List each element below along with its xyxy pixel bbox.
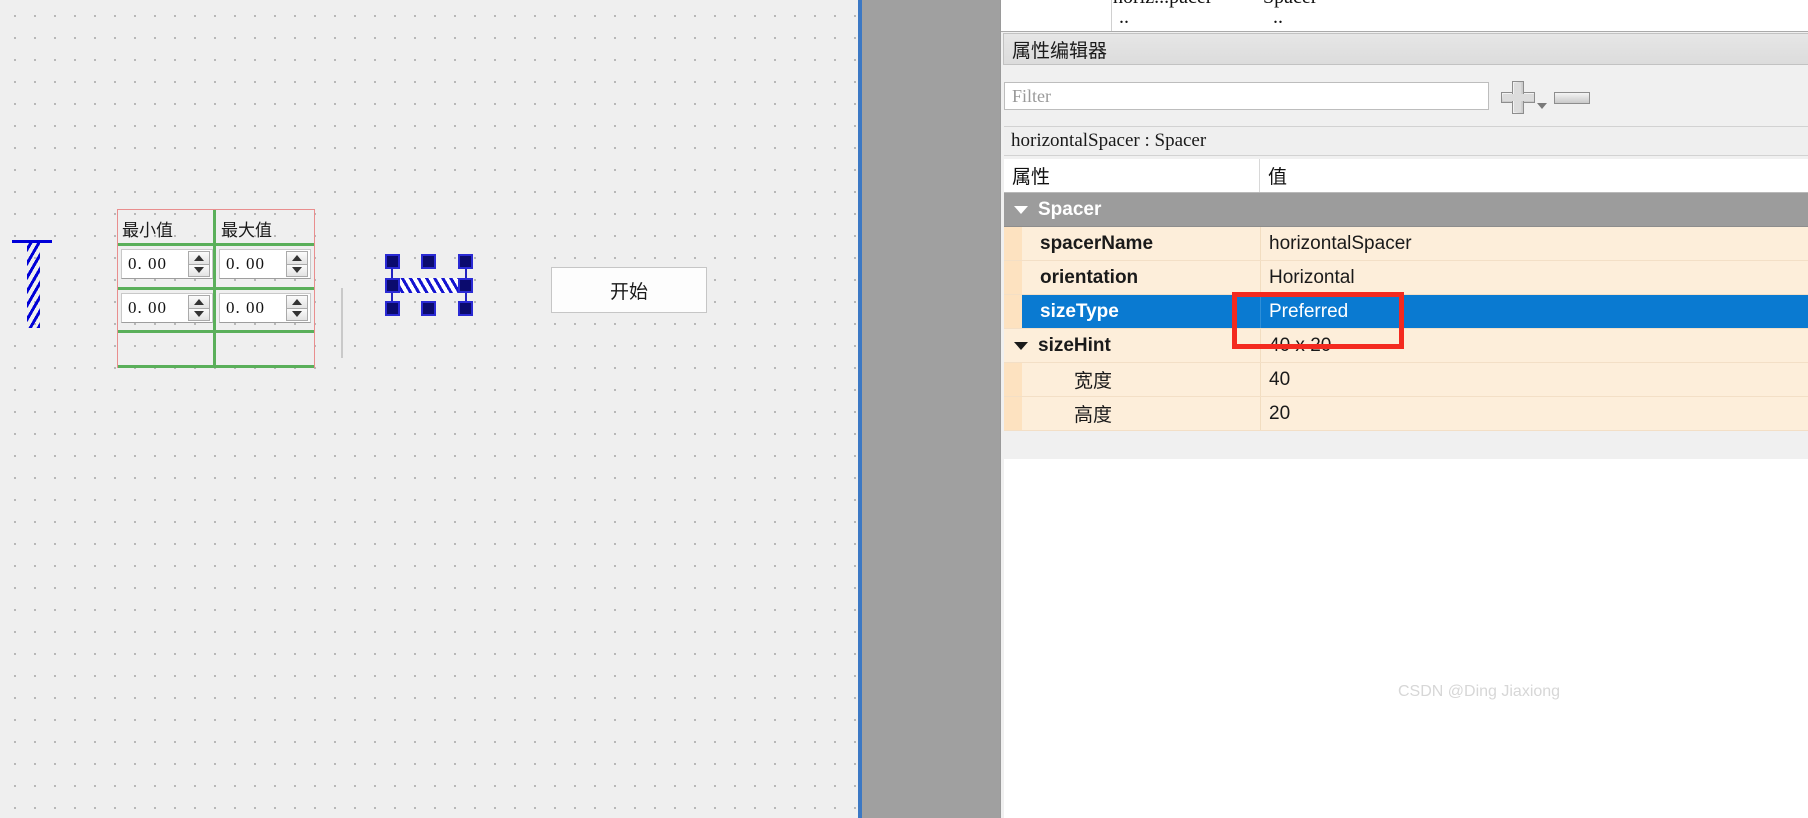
property-value[interactable]: horizontalSpacer — [1260, 227, 1808, 260]
property-name: orientation — [1022, 261, 1260, 294]
vertical-spacer-icon[interactable] — [12, 240, 52, 328]
resize-handle-middle-left[interactable] — [385, 278, 400, 293]
row-indent — [1004, 227, 1022, 260]
arrow-up-icon — [194, 254, 204, 261]
selected-object-header: horizontalSpacer : Spacer — [1004, 126, 1808, 156]
horizontal-spacer-selected[interactable] — [385, 254, 473, 316]
column-header-value: 值 — [1268, 167, 1288, 188]
object-inspector-row-class-clipped: .. — [1273, 6, 1283, 28]
table-row[interactable]: orientation Horizontal — [1004, 261, 1808, 295]
chevron-down-icon — [1014, 341, 1028, 350]
spinbox-up-button[interactable] — [286, 295, 308, 308]
property-value[interactable]: 40 — [1260, 363, 1808, 396]
spinbox-down-button[interactable] — [286, 307, 308, 321]
row-indent — [1004, 261, 1022, 294]
resize-handle-top-right[interactable] — [458, 254, 473, 269]
spinbox-up-button[interactable] — [188, 295, 210, 308]
spinbox-down-button[interactable] — [286, 263, 308, 277]
horizontal-spacer-hatch-icon — [393, 278, 465, 293]
table-row[interactable]: 宽度 40 — [1004, 363, 1808, 397]
resize-handle-middle-right[interactable] — [458, 278, 473, 293]
resize-handle-top-center[interactable] — [421, 254, 436, 269]
spinbox-down-button[interactable] — [188, 307, 210, 321]
spinbox-stepper[interactable] — [286, 295, 308, 321]
chevron-down-icon[interactable] — [1537, 103, 1547, 109]
resize-handle-top-left[interactable] — [385, 254, 400, 269]
property-table-empty-area — [1004, 459, 1808, 818]
form-designer-canvas[interactable]: 最小值 最大值 0. 00 0. 00 0. 00 0. 00 开始 — [0, 0, 860, 818]
spinbox-max-1[interactable]: 0. 00 — [219, 249, 311, 279]
property-value[interactable]: 20 — [1260, 397, 1808, 430]
spinbox-value: 0. 00 — [128, 254, 167, 273]
resize-handle-bottom-right[interactable] — [458, 301, 473, 316]
table-row-selected[interactable]: sizeType Preferred — [1004, 295, 1808, 329]
property-name: sizeType — [1022, 295, 1260, 328]
property-value[interactable]: Horizontal — [1260, 261, 1808, 294]
arrow-down-icon — [292, 267, 302, 274]
label-min: 最小值 — [122, 221, 173, 240]
object-inspector-strip[interactable]: horiz...pacer Spacer .. .. — [1001, 0, 1808, 32]
property-group-row-spacer[interactable]: Spacer — [1004, 193, 1808, 227]
column-header-property: 属性 — [1004, 159, 1260, 192]
spinbox-down-button[interactable] — [188, 263, 210, 277]
resize-handle-bottom-center[interactable] — [421, 301, 436, 316]
arrow-up-icon — [292, 254, 302, 261]
grid-divider-h1 — [118, 243, 314, 246]
spinbox-stepper[interactable] — [286, 251, 308, 277]
property-editor-title: 属性编辑器 — [1003, 33, 1808, 65]
table-row[interactable]: sizeHint 40 x 20 — [1004, 329, 1808, 363]
property-name: sizeHint — [1038, 329, 1260, 362]
property-table-header: 属性 值 — [1004, 159, 1808, 193]
minus-icon[interactable] — [1554, 92, 1590, 104]
arrow-down-icon — [194, 311, 204, 318]
label-max: 最大值 — [221, 221, 272, 240]
table-row[interactable]: 高度 20 — [1004, 397, 1808, 431]
start-button[interactable]: 开始 — [551, 267, 707, 313]
sizehint-expand-toggle[interactable] — [1004, 329, 1038, 362]
property-table[interactable]: 属性 值 Spacer spacerName horizontalSpacer … — [1004, 159, 1808, 459]
spinbox-value: 0. 00 — [226, 254, 265, 273]
property-name: 高度 — [1022, 397, 1260, 430]
row-indent — [1004, 397, 1022, 430]
chevron-down-icon — [1014, 205, 1028, 214]
workspace-gutter — [862, 0, 1000, 818]
resize-handle-bottom-left[interactable] — [385, 301, 400, 316]
grid-divider-h3 — [118, 330, 314, 333]
spinbox-up-button[interactable] — [188, 251, 210, 264]
arrow-down-icon — [292, 311, 302, 318]
annotation-highlight-box — [1232, 292, 1404, 349]
arrow-down-icon — [194, 267, 204, 274]
plus-icon-fill-h — [1503, 94, 1534, 101]
spinbox-up-button[interactable] — [286, 251, 308, 264]
object-inspector-row-class: Spacer — [1263, 0, 1317, 9]
property-name: 宽度 — [1022, 363, 1260, 396]
arrow-up-icon — [292, 298, 302, 305]
filter-input[interactable]: Filter — [1004, 82, 1489, 110]
group-expand-toggle[interactable] — [1004, 205, 1038, 214]
object-inspector-column-split — [1111, 0, 1112, 31]
row-indent — [1004, 363, 1022, 396]
grid-divider-h2 — [118, 287, 314, 290]
property-group-label: Spacer — [1038, 198, 1102, 220]
plus-icon[interactable] — [1498, 81, 1547, 114]
table-row[interactable]: spacerName horizontalSpacer — [1004, 227, 1808, 261]
watermark: CSDN @Ding Jiaxiong — [1398, 683, 1561, 700]
layout-separator-line — [341, 288, 343, 358]
arrow-up-icon — [194, 298, 204, 305]
spinbox-min-2[interactable]: 0. 00 — [121, 293, 213, 323]
object-inspector-row-name-clipped: .. — [1119, 6, 1129, 28]
row-indent — [1004, 295, 1022, 328]
spinbox-value: 0. 00 — [128, 298, 167, 317]
spinbox-value: 0. 00 — [226, 298, 265, 317]
property-name: spacerName — [1022, 227, 1260, 260]
spinbox-stepper[interactable] — [188, 251, 210, 277]
grid-divider-h4 — [118, 365, 314, 368]
screen: 最小值 最大值 0. 00 0. 00 0. 00 0. 00 开始 .. ..… — [0, 0, 1808, 818]
vertical-spacer-body — [27, 243, 40, 328]
spinbox-stepper[interactable] — [188, 295, 210, 321]
grid-layout[interactable]: 最小值 最大值 0. 00 0. 00 0. 00 0. 00 — [117, 209, 315, 368]
filter-toolbar: Filter — [1001, 73, 1808, 117]
spinbox-max-2[interactable]: 0. 00 — [219, 293, 311, 323]
spinbox-min-1[interactable]: 0. 00 — [121, 249, 213, 279]
